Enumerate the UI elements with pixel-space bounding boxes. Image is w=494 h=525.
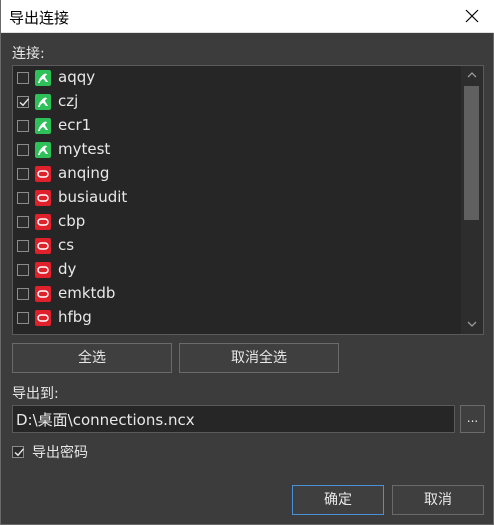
close-button[interactable] <box>449 0 494 32</box>
connection-name: hfbg <box>58 308 92 326</box>
connection-checkbox[interactable] <box>17 216 29 228</box>
connection-item[interactable]: czj <box>13 91 461 115</box>
connection-checkbox[interactable] <box>17 312 29 324</box>
connection-item[interactable]: hfbg <box>13 307 461 331</box>
connection-checkbox[interactable] <box>17 96 30 108</box>
oracle-icon <box>35 190 51 206</box>
ok-button[interactable]: 确定 <box>292 485 384 515</box>
mysql-icon <box>35 94 51 110</box>
connection-name: aqqy <box>58 68 96 86</box>
connection-name: cs <box>58 236 75 254</box>
connection-name: emktdb <box>58 284 116 302</box>
connection-item[interactable]: mytest <box>13 139 461 163</box>
connection-name: czj <box>58 92 79 110</box>
mysql-icon <box>35 142 51 158</box>
connection-checkbox[interactable] <box>17 192 29 204</box>
connection-name: mytest <box>58 140 111 158</box>
connection-item[interactable]: cbp <box>13 211 461 235</box>
scroll-up-button[interactable] <box>461 66 483 84</box>
export-to-label: 导出到: <box>12 386 59 402</box>
connection-name: ecr1 <box>58 116 92 134</box>
mysql-icon <box>35 118 51 134</box>
oracle-icon <box>35 214 51 230</box>
browse-button[interactable]: ... <box>460 405 485 433</box>
oracle-icon <box>35 238 51 254</box>
scroll-down-button[interactable] <box>461 316 483 334</box>
connection-item[interactable]: emktdb <box>13 283 461 307</box>
connection-name: busiaudit <box>58 188 128 206</box>
scroll-thumb[interactable] <box>464 86 479 220</box>
connection-item[interactable]: dy <box>13 259 461 283</box>
export-path-input[interactable] <box>12 405 455 433</box>
connection-item[interactable]: busiaudit <box>13 187 461 211</box>
chevron-up-icon <box>467 72 477 78</box>
export-connections-dialog: 导出连接 连接: aqqy czj ecr1 mytest anqing busiaudi… <box>0 0 494 525</box>
connection-checkbox[interactable] <box>17 240 29 252</box>
connection-item[interactable]: aqqy <box>13 67 461 91</box>
checkmark-icon <box>14 448 25 457</box>
connection-checkbox[interactable] <box>17 264 29 276</box>
connection-name: dy <box>58 260 77 278</box>
checkmark-icon <box>19 98 30 107</box>
cancel-button[interactable]: 取消 <box>392 485 484 515</box>
vertical-scrollbar[interactable] <box>461 66 483 334</box>
connection-checkbox[interactable] <box>17 120 29 132</box>
mysql-icon <box>35 70 51 86</box>
deselect-all-button[interactable]: 取消全选 <box>179 343 339 373</box>
export-password-checkbox[interactable] <box>12 446 25 458</box>
connection-item[interactable]: ecr1 <box>13 115 461 139</box>
connection-name: cbp <box>58 212 86 230</box>
select-all-button[interactable]: 全选 <box>12 343 172 373</box>
connection-checkbox[interactable] <box>17 168 29 180</box>
connections-label: 连接: <box>12 46 45 62</box>
connections-list[interactable]: aqqy czj ecr1 mytest anqing busiaudit cbp cs dy e… <box>12 65 484 335</box>
close-icon <box>465 9 479 23</box>
title-bar: 导出连接 <box>1 0 494 33</box>
oracle-icon <box>35 286 51 302</box>
connection-item[interactable]: cs <box>13 235 461 259</box>
oracle-icon <box>35 166 51 182</box>
connection-name: anqing <box>58 164 110 182</box>
oracle-icon <box>35 310 51 326</box>
connection-checkbox[interactable] <box>17 288 29 300</box>
connection-item[interactable]: anqing <box>13 163 461 187</box>
connection-checkbox[interactable] <box>17 144 29 156</box>
chevron-down-icon <box>467 321 477 327</box>
connection-checkbox[interactable] <box>17 72 29 84</box>
window-title: 导出连接 <box>9 9 70 27</box>
oracle-icon <box>35 262 51 278</box>
export-password-label: 导出密码 <box>32 445 88 461</box>
